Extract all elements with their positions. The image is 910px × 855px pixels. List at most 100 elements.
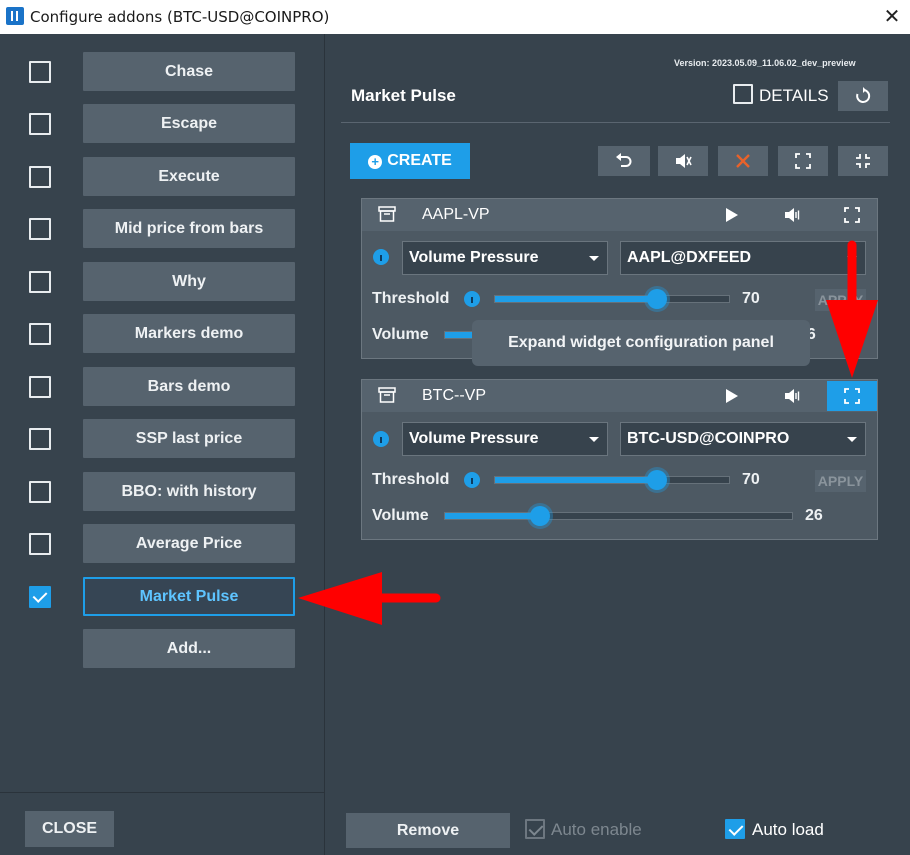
play-icon [726,389,738,403]
expand-icon [844,388,860,404]
checkbox-escape[interactable] [29,113,51,135]
instrument-select[interactable]: BTC-USD@COINPRO [620,422,866,456]
play-button[interactable] [707,200,757,230]
info-icon[interactable] [464,472,480,488]
play-icon [726,208,738,222]
sound-button[interactable] [767,381,817,411]
create-label: CREATE [387,152,452,169]
addon-why-button[interactable]: Why [83,262,295,301]
archive-icon[interactable] [378,206,396,222]
create-button[interactable]: + CREATE [350,143,470,179]
type-select[interactable]: Volume Pressure [402,241,608,275]
addon-bars-demo-button[interactable]: Bars demo [83,367,295,406]
checkbox-bbo-history[interactable] [29,481,51,503]
page-title: Market Pulse [351,86,456,105]
chevron-down-icon [589,256,599,261]
instrument-select-value: BTC-USD@COINPRO [627,430,790,447]
details-checkbox[interactable] [733,84,753,104]
volume-label: Volume [372,326,429,343]
collapse-icon [856,154,870,168]
auto-load-checkbox[interactable] [725,819,745,839]
auto-enable-checkbox[interactable] [525,819,545,839]
undo-icon [616,153,632,167]
threshold-value: 70 [742,290,760,307]
info-icon[interactable] [373,249,389,265]
speaker-muted-icon [676,154,692,168]
addon-bbo-history-button[interactable]: BBO: with history [83,472,295,511]
volume-slider-thumb[interactable] [530,506,550,526]
addon-average-price-button[interactable]: Average Price [83,524,295,563]
type-select-value: Volume Pressure [409,249,539,266]
collapse-all-button[interactable] [838,146,888,176]
addon-market-pulse-button[interactable]: Market Pulse [83,577,295,616]
plus-circle-icon: + [368,155,383,169]
expand-widget-button[interactable] [827,200,877,230]
auto-enable-label: Auto enable [551,820,642,839]
checkbox-ssp-last-price[interactable] [29,428,51,450]
auto-load-label: Auto load [752,820,824,839]
checkbox-bars-demo[interactable] [29,376,51,398]
threshold-slider-fill [495,296,657,302]
addon-execute-button[interactable]: Execute [83,157,295,196]
reload-icon [856,87,871,103]
volume-slider[interactable] [444,512,793,520]
threshold-slider-thumb[interactable] [647,470,667,490]
close-button[interactable]: CLOSE [25,811,114,847]
threshold-slider[interactable] [494,476,730,484]
checkbox-market-pulse[interactable] [29,586,51,608]
threshold-label: Threshold [372,471,450,488]
checkbox-execute[interactable] [29,166,51,188]
apply-button[interactable]: APPLY [815,289,866,311]
play-button[interactable] [707,381,757,411]
tooltip: Expand widget configuration panel [472,320,810,366]
undo-button[interactable] [598,146,650,176]
version-label: Version: 2023.05.09_11.06.02_dev_preview [674,58,856,68]
expand-icon [844,207,860,223]
archive-icon[interactable] [378,387,396,403]
chevron-down-icon [847,437,857,442]
addon-mid-price-button[interactable]: Mid price from bars [83,209,295,248]
addon-ssp-last-price-button[interactable]: SSP last price [83,419,295,458]
checkbox-chase[interactable] [29,61,51,83]
mute-all-button[interactable] [658,146,708,176]
window-close-icon[interactable]: ✕ [878,3,906,31]
addon-escape-button[interactable]: Escape [83,104,295,143]
checkbox-mid-price[interactable] [29,218,51,240]
threshold-slider-thumb[interactable] [647,289,667,309]
chevron-down-icon [589,437,599,442]
volume-label: Volume [372,507,429,524]
speaker-icon [785,208,800,222]
checkbox-markers-demo[interactable] [29,323,51,345]
reload-button[interactable] [838,81,888,111]
app-icon [6,7,24,25]
type-select-value: Volume Pressure [409,430,539,447]
addon-markers-demo-button[interactable]: Markers demo [83,314,295,353]
threshold-value: 70 [742,471,760,488]
checkbox-average-price[interactable] [29,533,51,555]
remove-button[interactable]: Remove [346,813,510,848]
instrument-select-value: AAPL@DXFEED [627,249,752,266]
header-divider [341,122,890,123]
widget-name: BTC--VP [422,387,486,404]
volume-value: 26 [808,326,826,344]
instrument-select[interactable]: AAPL@DXFEED [620,241,866,275]
close-x-icon [736,154,750,168]
window-title: Configure addons (BTC-USD@COINPRO) [30,8,330,26]
type-select[interactable]: Volume Pressure [402,422,608,456]
info-icon[interactable] [373,431,389,447]
sidebar-divider [0,792,325,793]
expand-all-button[interactable] [778,146,828,176]
details-label: DETAILS [759,86,829,105]
info-icon[interactable] [464,291,480,307]
add-addon-button[interactable]: Add... [83,629,295,668]
volume-value: 26 [805,507,823,524]
threshold-slider[interactable] [494,295,730,303]
delete-all-button[interactable] [718,146,768,176]
checkbox-why[interactable] [29,271,51,293]
addon-chase-button[interactable]: Chase [83,52,295,91]
expand-widget-button[interactable] [827,381,877,411]
expand-icon [795,153,811,169]
sound-button[interactable] [767,200,817,230]
apply-button[interactable]: APPLY [815,470,866,492]
volume-slider-fill [445,513,539,519]
